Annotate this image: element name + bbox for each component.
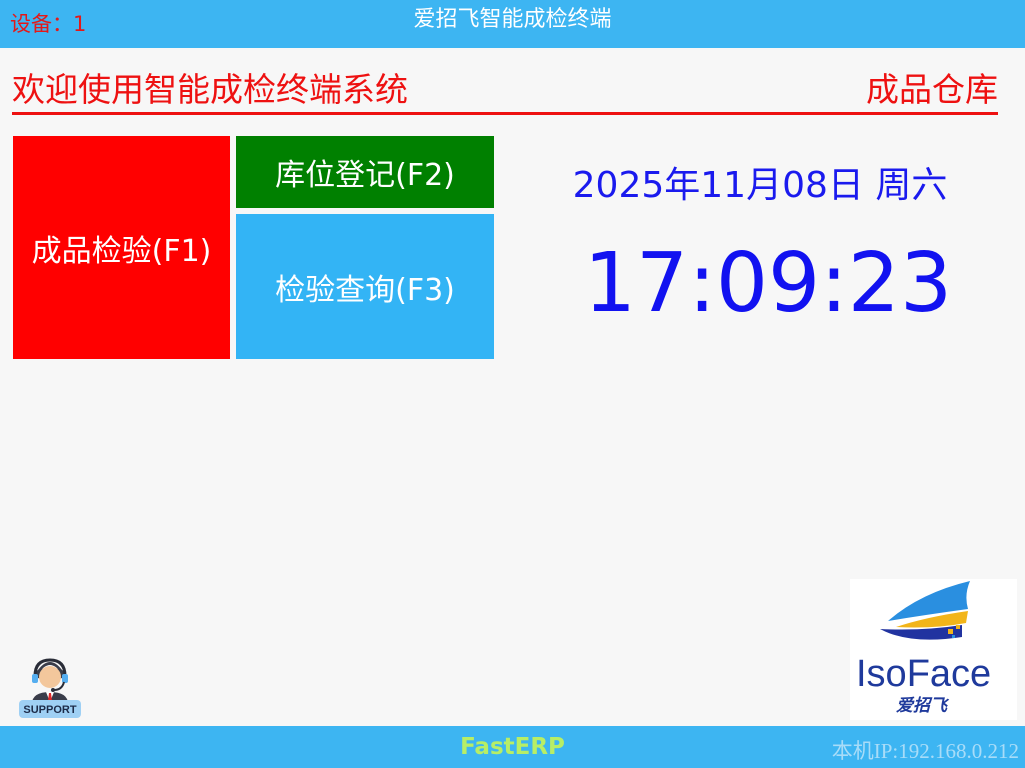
product-inspection-label: 成品检验(F1) [31,233,212,269]
status-bar: FastERP 本机IP:192.168.0.212 [0,726,1025,768]
inspection-query-label: 检验查询(F3) [275,272,455,308]
inspection-query-button[interactable]: 检验查询(F3) [236,214,494,359]
location-registration-button[interactable]: 库位登记(F2) [236,136,494,208]
support-button[interactable]: SUPPORT [18,652,82,720]
welcome-heading: 欢迎使用智能成检终端系统 [12,70,408,109]
logo-chinese-name: 爱招飞 [896,696,950,716]
logo-graphic: IsoFace 爱招飞 [856,581,991,716]
current-date: 2025年11月08日 周六 [572,165,948,206]
company-logo: IsoFace 爱招飞 [850,579,1017,720]
app-title: 爱招飞智能成检终端 [413,7,612,32]
warehouse-name: 成品仓库 [866,70,998,109]
support-label: SUPPORT [23,704,76,716]
local-ip: 本机IP:192.168.0.212 [831,739,1019,763]
current-time: 17:09:23 [583,236,953,331]
location-registration-label: 库位登记(F2) [275,158,455,193]
product-inspection-button[interactable]: 成品检验(F1) [13,136,230,359]
logo-wordmark: IsoFace [856,653,991,695]
header-divider [12,112,998,115]
title-bar: 设备：1 爱招飞智能成检终端 [0,0,1025,48]
support-agent-icon: SUPPORT [19,658,81,718]
